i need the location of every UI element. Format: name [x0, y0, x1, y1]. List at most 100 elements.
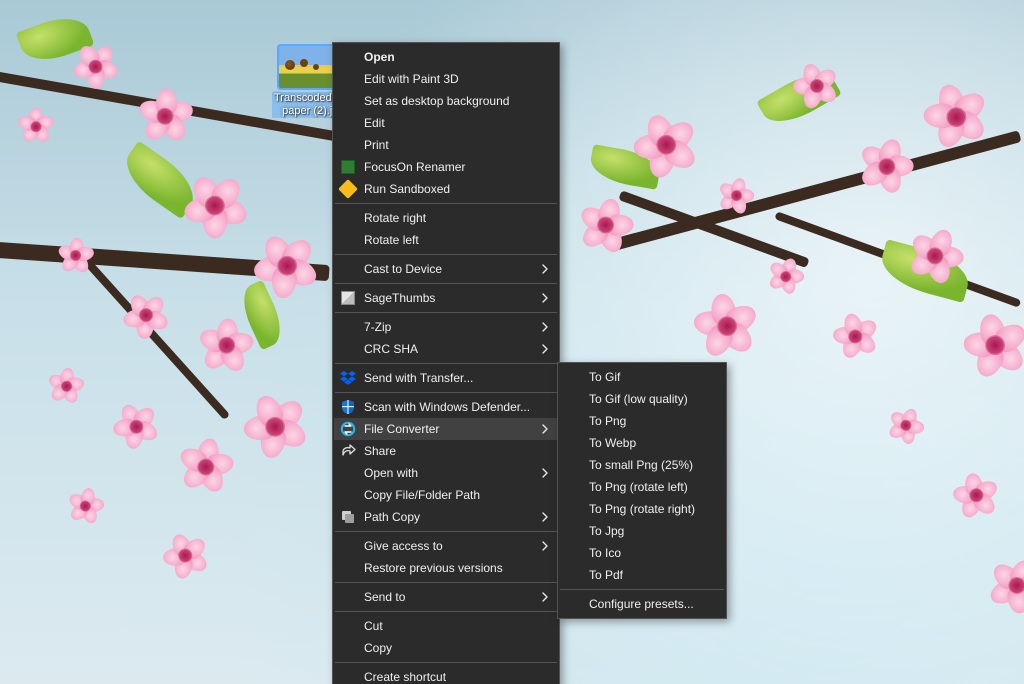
context-menu-item-copy[interactable]: Copy: [334, 637, 558, 659]
blank-icon: [565, 457, 581, 473]
flower-decoration: [248, 228, 324, 304]
blank-icon: [565, 413, 581, 429]
context-submenu-item-configure-presets[interactable]: Configure presets...: [559, 593, 725, 615]
dropbox-icon: [340, 370, 356, 386]
desktop-wallpaper: TranscodedWall paper (2).jpg OpenEdit wi…: [0, 0, 1024, 684]
context-submenu-item-to-small-png-25[interactable]: To small Png (25%): [559, 454, 725, 476]
blank-icon: [340, 49, 356, 65]
context-menu-item-file-converter[interactable]: File Converter: [334, 418, 558, 440]
context-submenu-item-to-pdf[interactable]: To Pdf: [559, 564, 725, 586]
context-menu: Open Edit with Paint 3D Set as desktop bac…: [332, 42, 560, 684]
context-menu-item-send-with-transfer[interactable]: Send with Transfer...: [334, 367, 558, 389]
context-menu-item-give-access-to[interactable]: Give access to: [334, 535, 558, 557]
menu-item-label: Copy: [364, 641, 392, 655]
context-menu-item-set-as-desktop-background[interactable]: Set as desktop background: [334, 90, 558, 112]
menu-item-label: Send to: [364, 590, 405, 604]
blank-icon: [340, 465, 356, 481]
blank-icon: [340, 319, 356, 335]
context-menu-item-print[interactable]: Print: [334, 134, 558, 156]
context-menu-item-edit-with-paint-3d[interactable]: Edit with Paint 3D: [334, 68, 558, 90]
context-menu-item-cast-to-device[interactable]: Cast to Device: [334, 258, 558, 280]
context-menu-item-rotate-left[interactable]: Rotate left: [334, 229, 558, 251]
context-menu-item-edit[interactable]: Edit: [334, 112, 558, 134]
blank-icon: [565, 596, 581, 612]
context-submenu-item-to-gif-low-quality[interactable]: To Gif (low quality): [559, 388, 725, 410]
context-menu-item-create-shortcut[interactable]: Create shortcut: [334, 666, 558, 684]
context-submenu-item-to-jpg[interactable]: To Jpg: [559, 520, 725, 542]
menu-item-label: Open with: [364, 466, 418, 480]
flower-decoration: [42, 362, 91, 411]
menu-item-label: Run Sandboxed: [364, 182, 450, 196]
blank-icon: [340, 589, 356, 605]
flower-decoration: [884, 404, 927, 447]
context-menu-separator: [335, 611, 557, 612]
blank-icon: [340, 341, 356, 357]
menu-item-label: To Png (rotate right): [589, 502, 695, 516]
context-menu-item-open-with[interactable]: Open with: [334, 462, 558, 484]
blank-icon: [340, 487, 356, 503]
context-submenu-item-to-png-rotate-left[interactable]: To Png (rotate left): [559, 476, 725, 498]
menu-item-label: Cut: [364, 619, 383, 633]
menu-item-label: To Png: [589, 414, 626, 428]
menu-item-label: Set as desktop background: [364, 94, 509, 108]
menu-item-label: To Gif: [589, 370, 620, 384]
context-submenu-item-to-ico[interactable]: To Ico: [559, 542, 725, 564]
sagethumbs-icon: [340, 290, 356, 306]
context-menu-item-path-copy[interactable]: Path Copy: [334, 506, 558, 528]
context-submenu-item-to-webp[interactable]: To Webp: [559, 432, 725, 454]
context-menu-item-7-zip[interactable]: 7-Zip: [334, 316, 558, 338]
context-menu-item-rotate-right[interactable]: Rotate right: [334, 207, 558, 229]
context-submenu-item-to-png-rotate-right[interactable]: To Png (rotate right): [559, 498, 725, 520]
blank-icon: [565, 501, 581, 517]
chevron-right-icon: [540, 592, 550, 602]
context-menu-item-copy-file-folder-path[interactable]: Copy File/Folder Path: [334, 484, 558, 506]
context-menu-item-share[interactable]: Share: [334, 440, 558, 462]
flower-decoration: [230, 380, 321, 471]
menu-item-label: To Ico: [589, 546, 621, 560]
context-submenu-item-to-png[interactable]: To Png: [559, 410, 725, 432]
context-menu-item-open[interactable]: Open: [334, 46, 558, 68]
context-menu-item-scan-with-windows-defender[interactable]: Scan with Windows Defender...: [334, 396, 558, 418]
chevron-right-icon: [540, 541, 550, 551]
menu-item-label: Path Copy: [364, 510, 420, 524]
context-menu-item-restore-previous-versions[interactable]: Restore previous versions: [334, 557, 558, 579]
flower-decoration: [907, 227, 966, 286]
menu-item-label: To small Png (25%): [589, 458, 693, 472]
file-thumbnail: [279, 46, 335, 88]
menu-item-label: Create shortcut: [364, 670, 446, 684]
sandbox-icon: [340, 181, 356, 197]
blank-icon: [565, 567, 581, 583]
menu-item-label: Give access to: [364, 539, 443, 553]
menu-item-label: Rotate right: [364, 211, 426, 225]
context-menu-separator: [335, 283, 557, 284]
context-menu-item-focuson-renamer[interactable]: FocusOn Renamer: [334, 156, 558, 178]
context-menu-item-run-sandboxed[interactable]: Run Sandboxed: [334, 178, 558, 200]
flower-decoration: [174, 434, 238, 498]
share-icon: [340, 443, 356, 459]
shield-icon: [340, 399, 356, 415]
menu-item-label: To Pdf: [589, 568, 623, 582]
menu-item-label: FocusOn Renamer: [364, 160, 465, 174]
context-menu-item-send-to[interactable]: Send to: [334, 586, 558, 608]
blank-icon: [340, 669, 356, 684]
context-menu-item-sagethumbs[interactable]: SageThumbs: [334, 287, 558, 309]
blank-icon: [565, 369, 581, 385]
menu-item-label: Cast to Device: [364, 262, 442, 276]
context-submenu-file-converter: To Gif To Gif (low quality) To Png To Webp T…: [557, 362, 727, 619]
flower-decoration: [105, 395, 167, 457]
menu-item-label: SageThumbs: [364, 291, 435, 305]
context-submenu-separator: [560, 589, 724, 590]
context-menu-item-crc-sha[interactable]: CRC SHA: [334, 338, 558, 360]
blank-icon: [340, 93, 356, 109]
menu-item-label: Edit with Paint 3D: [364, 72, 459, 86]
flower-decoration: [824, 304, 887, 367]
flower-decoration: [979, 549, 1024, 624]
menu-item-label: To Webp: [589, 436, 636, 450]
chevron-right-icon: [540, 344, 550, 354]
flower-decoration: [155, 525, 218, 588]
chevron-right-icon: [540, 424, 550, 434]
context-submenu-item-to-gif[interactable]: To Gif: [559, 366, 725, 388]
context-menu-item-cut[interactable]: Cut: [334, 615, 558, 637]
menu-item-label: Scan with Windows Defender...: [364, 400, 530, 414]
chevron-right-icon: [540, 468, 550, 478]
